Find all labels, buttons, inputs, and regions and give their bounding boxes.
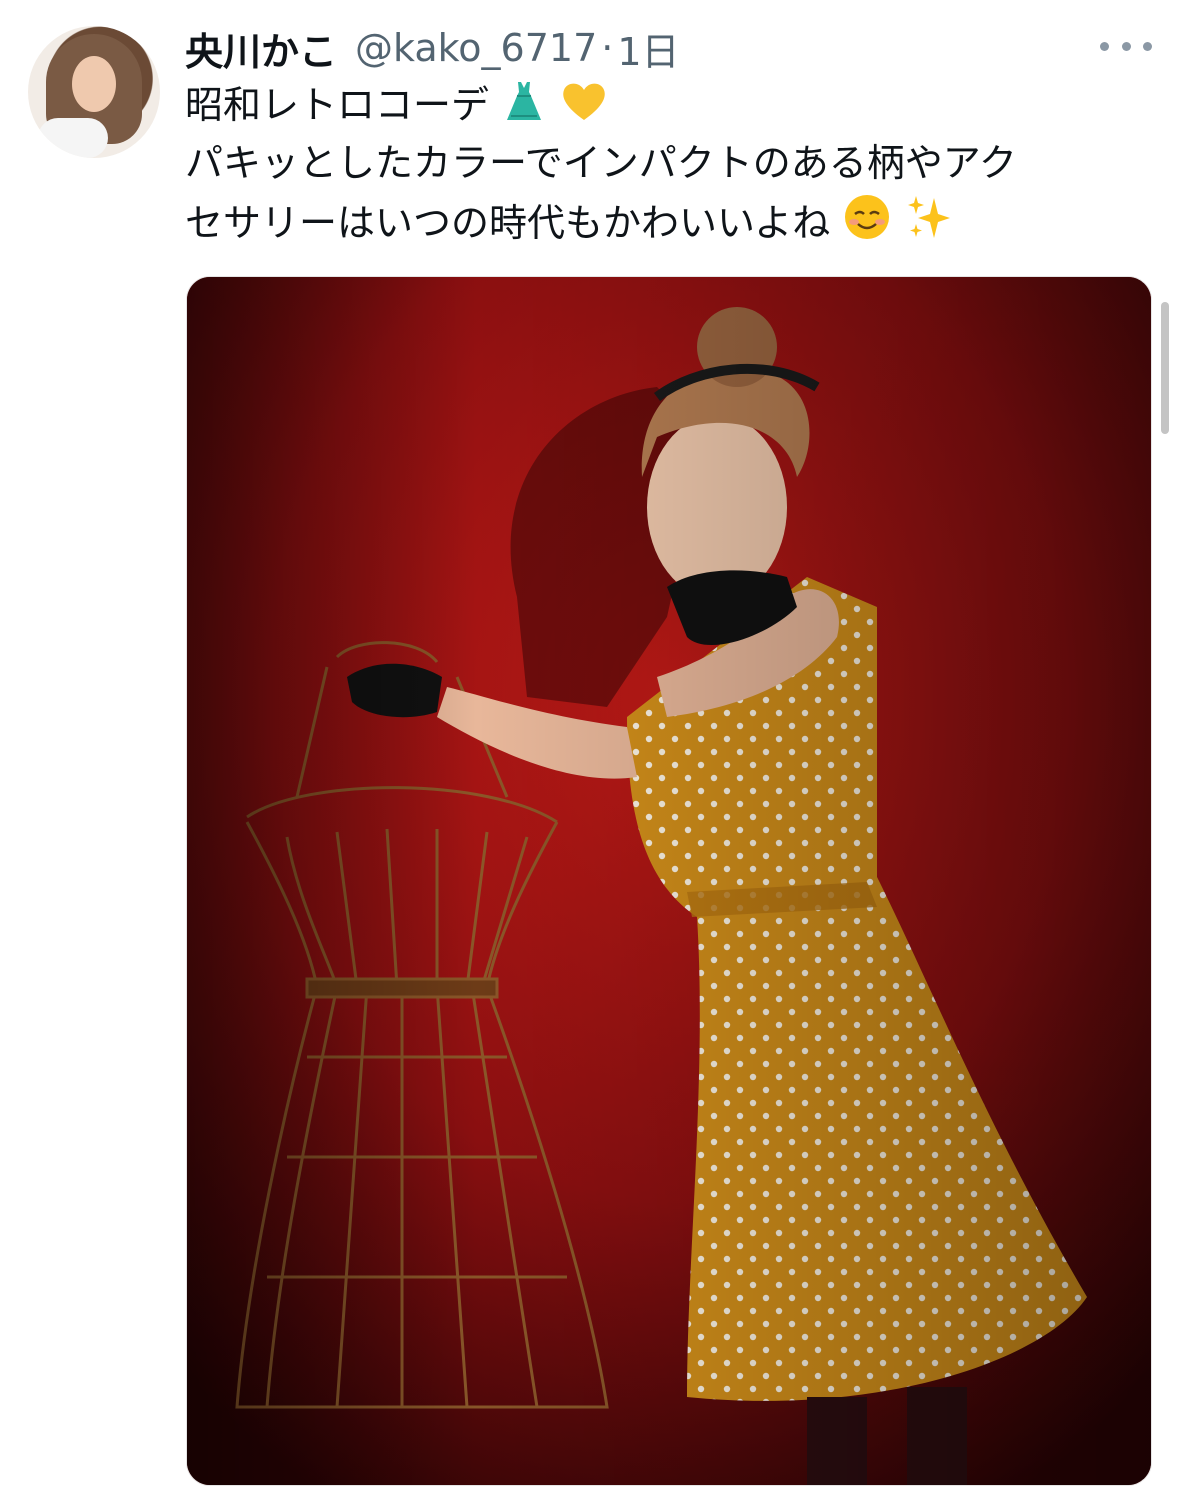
avatar-cloth [38, 118, 108, 158]
avatar-face [72, 56, 116, 112]
scrollbar[interactable] [1161, 302, 1169, 434]
tweet-text-segment: セサリーはいつの時代もかわいいよね [185, 201, 831, 245]
tweet-header: 央川かこ @kako_6717 · 1日 [185, 22, 680, 74]
display-name[interactable]: 央川かこ [185, 21, 337, 76]
dress-icon [507, 82, 542, 120]
user-handle[interactable]: @kako_6717 [355, 26, 597, 70]
tweet[interactable]: 央川かこ @kako_6717 · 1日 昭和レトロコーデ パキッとしたカラーで… [0, 0, 1179, 1494]
sparkles-icon [908, 196, 951, 238]
avatar[interactable] [28, 26, 160, 158]
tweet-text-line-2: パキッとしたカラーでインパクトのある柄やアク [185, 141, 1017, 185]
more-dot [1143, 41, 1152, 51]
tweet-text-line-3: セサリーはいつの時代もかわいいよね [185, 192, 1145, 252]
more-options-button[interactable] [1100, 30, 1152, 62]
photo-illustration [187, 277, 1151, 1485]
more-dot [1100, 41, 1109, 51]
more-dot [1121, 41, 1131, 51]
yellow-heart-icon [563, 83, 605, 120]
separator-dot: · [601, 26, 614, 70]
tweet-text-segment: 昭和レトロコーデ [185, 83, 490, 127]
smiling-face-icon [845, 195, 890, 239]
tweet-text-line-1: 昭和レトロコーデ [185, 76, 1145, 134]
tweet-photo[interactable] [186, 276, 1152, 1486]
timestamp[interactable]: 1日 [617, 21, 679, 76]
tweet-text: 昭和レトロコーデ パキッとしたカラーでインパクトのある柄やアク セサリーはいつの… [185, 76, 1145, 252]
